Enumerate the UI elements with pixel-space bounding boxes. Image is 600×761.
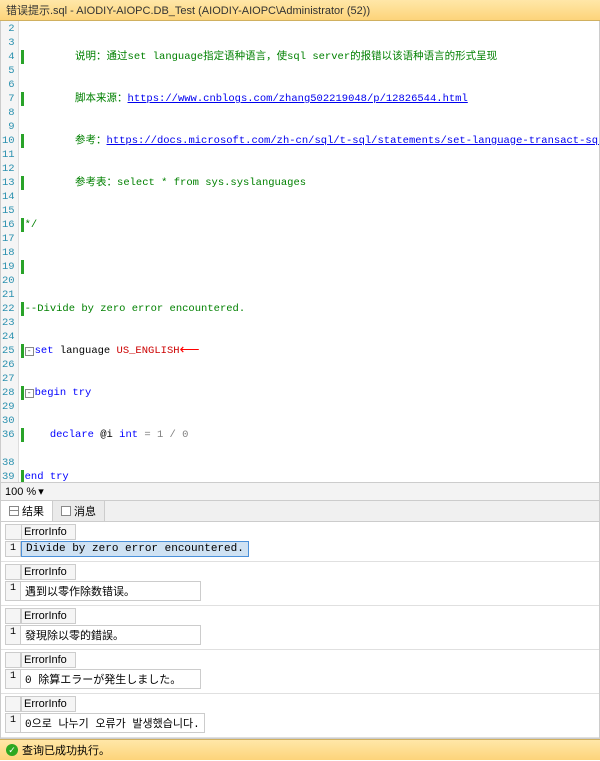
table-row[interactable]: 10 除算エラーが発生しました。 [5,669,595,689]
arrow-icon: ⟵ [180,344,200,358]
column-header[interactable]: ErrorInfo [21,524,76,540]
column-header[interactable]: ErrorInfo [21,608,76,624]
code-text[interactable]: 说明：通过set language指定语种语言，使sql server的报错以该… [19,21,600,482]
link-cnblogs[interactable]: https://www.cnblogs.com/zhang502219048/p… [128,92,468,106]
cell-value[interactable]: 發現除以零的錯誤。 [21,625,201,645]
table-row[interactable]: 1Divide by zero error encountered. [5,541,595,557]
link-msdocs[interactable]: https://docs.microsoft.com/zh-cn/sql/t-s… [107,134,600,148]
status-text: 查询已成功执行。 [22,742,110,758]
cell-value[interactable]: 0으로 나누기 오류가 발생했습니다. [21,713,205,733]
table-row[interactable]: 1遇到以零作除数错误。 [5,581,595,601]
results-tabs: 结果 消息 [1,501,599,522]
result-grid-4: ErrorInfo 10으로 나누기 오류가 발생했습니다. [1,694,599,738]
grid-icon [9,506,19,516]
result-grid-3: ErrorInfo 10 除算エラーが発生しました。 [1,650,599,694]
cell-value[interactable]: 0 除算エラーが発生しました。 [21,669,201,689]
cell-value[interactable]: 遇到以零作除数错误。 [21,581,201,601]
title-bar: 错误提示.sql - AIODIY-AIOPC.DB_Test (AIODIY-… [0,0,600,21]
column-header[interactable]: ErrorInfo [21,564,76,580]
zoom-control[interactable]: 100 %▾ [0,483,600,501]
message-icon [61,506,71,516]
chevron-down-icon[interactable]: ▾ [38,485,44,498]
table-row[interactable]: 10으로 나누기 오류가 발생했습니다. [5,713,595,733]
tab-results[interactable]: 结果 [1,501,53,521]
column-header[interactable]: ErrorInfo [21,652,76,668]
fold-toggle[interactable]: - [25,347,34,356]
result-grid-0: ErrorInfo 1Divide by zero error encounte… [1,522,599,562]
result-grid-2: ErrorInfo 1發現除以零的錯誤。 [1,606,599,650]
tab-messages[interactable]: 消息 [53,501,105,521]
results-pane: 结果 消息 ErrorInfo 1Divide by zero error en… [0,501,600,739]
cell-value[interactable]: Divide by zero error encountered. [21,541,249,557]
code-editor[interactable]: 2345678910111213141516171819202122232425… [0,21,600,483]
success-icon: ✓ [6,744,18,756]
result-grid-1: ErrorInfo 1遇到以零作除数错误。 [1,562,599,606]
status-bar: ✓ 查询已成功执行。 [0,739,600,760]
column-header[interactable]: ErrorInfo [21,696,76,712]
line-number-gutter: 2345678910111213141516171819202122232425… [1,21,19,482]
table-row[interactable]: 1發現除以零的錯誤。 [5,625,595,645]
fold-toggle[interactable]: - [25,389,34,398]
